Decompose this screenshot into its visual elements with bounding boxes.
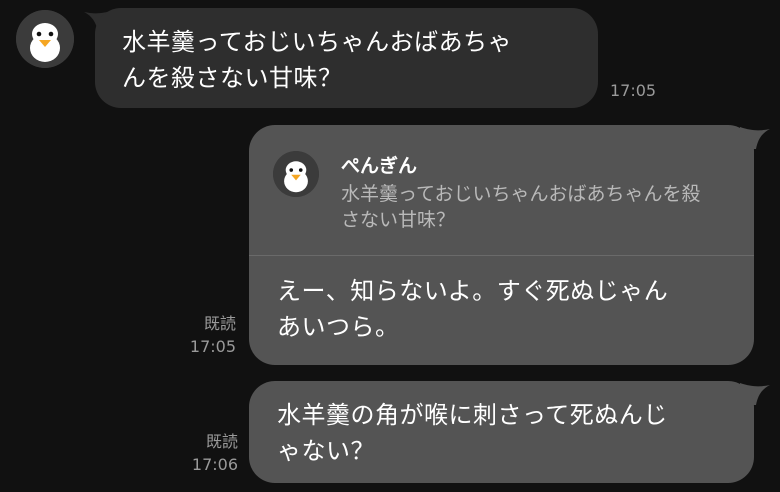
message-text: 水羊羹の角が喉に刺さって死ぬんじ ゃない？ (277, 401, 668, 465)
message-text: えー、知らないよ。すぐ死ぬじゃん あいつら。 (277, 277, 669, 341)
penguin-avatar-icon (16, 10, 74, 68)
quoted-sender-name: ぺんぎん (341, 155, 418, 177)
message-bubble[interactable]: 水羊羹の角が喉に刺さって死ぬんじ ゃない？ (249, 381, 754, 483)
message-time: 17:05 (610, 81, 657, 100)
message-bubble[interactable]: 水羊羹っておじいちゃんおばあちゃ んを殺さない甘味？ (95, 8, 598, 108)
reply-message-bubble[interactable]: ぺんぎん 水羊羹っておじいちゃんおばあちゃんを殺 さない甘味？ えー、知らないよ… (249, 125, 754, 365)
message-time: 17:06 (191, 455, 238, 474)
sender-avatar[interactable] (16, 10, 74, 68)
penguin-avatar-icon (273, 151, 319, 197)
read-receipt: 既読 (203, 314, 236, 333)
quoted-sender-avatar (273, 151, 319, 197)
message-text: 水羊羹っておじいちゃんおばあちゃ んを殺さない甘味？ (122, 28, 513, 92)
quoted-text: 水羊羹っておじいちゃんおばあちゃんを殺 さない甘味？ (341, 183, 701, 231)
reply-quote[interactable]: ぺんぎん 水羊羹っておじいちゃんおばあちゃんを殺 さない甘味？ (249, 125, 754, 256)
read-receipt: 既読 (205, 432, 238, 451)
message-time: 17:05 (189, 337, 236, 356)
